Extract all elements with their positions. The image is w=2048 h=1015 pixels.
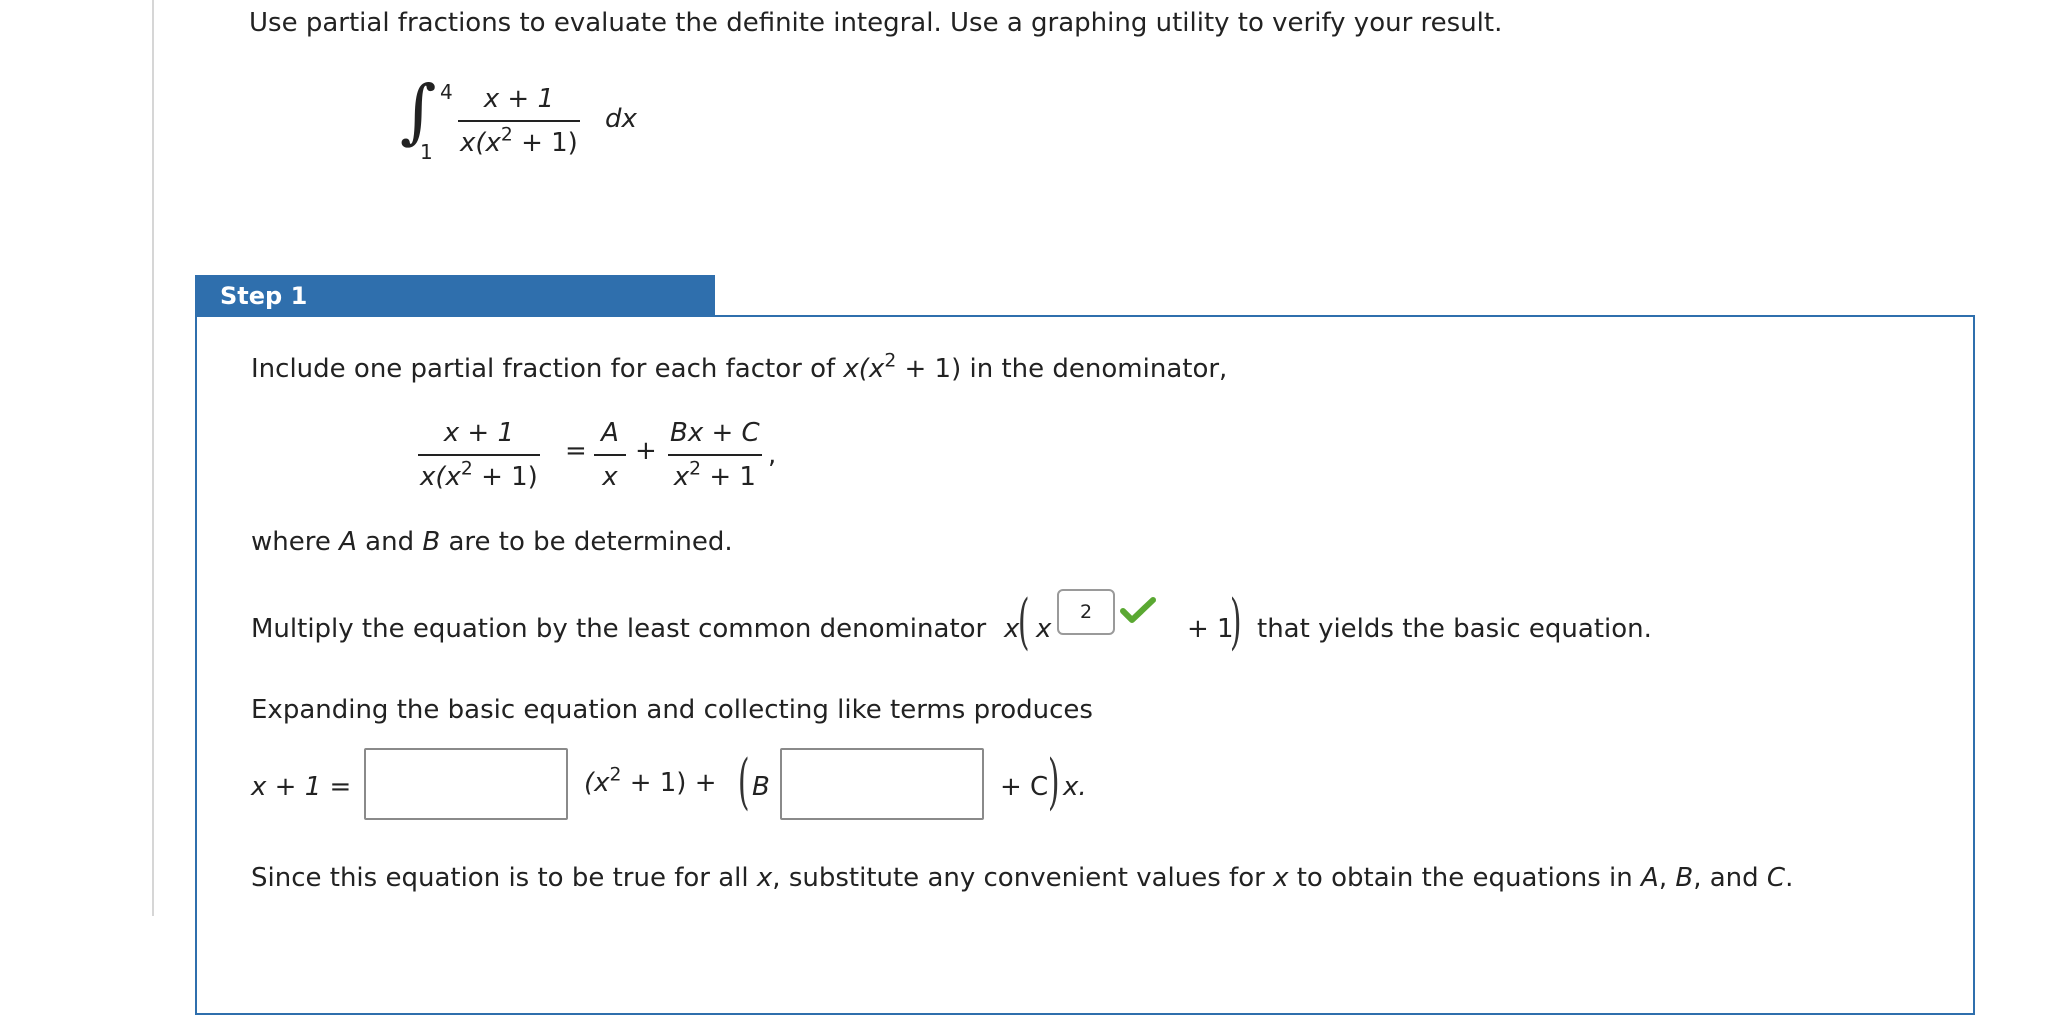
integral-upper-limit: 4 xyxy=(440,80,453,104)
where-text: where A and B are to be determined. xyxy=(251,527,733,557)
since-end: . xyxy=(1785,863,1794,893)
where-part3: are to be determined. xyxy=(440,527,733,557)
partial-fraction-intro: Include one partial fraction for each fa… xyxy=(251,350,1228,384)
where-a: A xyxy=(339,527,357,557)
den-exponent: 2 xyxy=(500,124,513,146)
step-header: Step 1 xyxy=(195,275,715,317)
b-fraction: Bx + C x2 + 1 xyxy=(668,418,762,492)
coefficient-a-input[interactable] xyxy=(364,748,568,820)
since-part3: to obtain the equations in xyxy=(1288,863,1642,893)
basic-eq-b: B xyxy=(752,772,770,802)
integral-numerator: x + 1 xyxy=(483,84,555,114)
check-icon xyxy=(1120,596,1156,631)
right-paren-icon: ) xyxy=(1229,587,1242,657)
intro-text: Include one partial fraction for each fa… xyxy=(251,354,844,384)
exponent-answer-input[interactable]: 2 xyxy=(1057,589,1115,635)
lhs-den-suffix: + 1) xyxy=(472,462,538,492)
lhs-denominator: x(x2 + 1) xyxy=(418,456,540,492)
integral-fraction: x + 1 x(x2 + 1) xyxy=(458,84,580,158)
b-den-prefix: x xyxy=(673,462,690,492)
where-part2: and xyxy=(356,527,423,557)
lhs-den-exponent: 2 xyxy=(460,458,473,480)
den-suffix: + 1) xyxy=(512,128,578,158)
step-label: Step 1 xyxy=(220,282,308,310)
since-a: A xyxy=(1641,863,1659,893)
since-sep1: , xyxy=(1658,863,1676,893)
since-x2: x xyxy=(1273,863,1289,893)
plus-c-text: + C xyxy=(1000,772,1049,802)
integral-denominator: x(x2 + 1) xyxy=(458,122,580,158)
question-instruction: Use partial fractions to evaluate the de… xyxy=(249,8,1503,38)
middle-exponent: 2 xyxy=(609,764,622,786)
middle-prefix: (x xyxy=(584,768,610,798)
lcd-plus-one: + 1 xyxy=(1187,614,1234,644)
left-paren-icon: ( xyxy=(1017,587,1030,657)
factor-prefix: x(x xyxy=(843,354,885,384)
middle-suffix: + 1) + xyxy=(621,768,717,798)
since-part1: Since this equation is to be true for al… xyxy=(251,863,757,893)
lhs-fraction: x + 1 x(x2 + 1) xyxy=(418,418,540,492)
a-denominator: x xyxy=(602,462,618,492)
integral-lower-limit: 1 xyxy=(420,140,433,164)
since-sep2: , and xyxy=(1693,863,1767,893)
since-c: C xyxy=(1766,863,1786,893)
factor-exponent: 2 xyxy=(884,350,897,372)
lcd-inner-x: x xyxy=(1036,614,1052,644)
basic-eq-plus-c: + C xyxy=(1000,772,1048,802)
left-border-rule xyxy=(152,0,154,916)
integral-dx: dx xyxy=(605,104,637,134)
equals-sign: = xyxy=(565,436,587,466)
expanding-text: Expanding the basic equation and collect… xyxy=(251,695,1093,725)
since-part2: , substitute any convenient values for xyxy=(772,863,1274,893)
a-fraction: A x xyxy=(594,418,626,492)
lhs-den-prefix: x(x xyxy=(420,462,461,492)
plus-sign: + xyxy=(635,436,657,466)
factor-suffix: + 1) in the denominator, xyxy=(896,354,1228,384)
lcd-text: Multiply the equation by the least commo… xyxy=(251,614,987,644)
lcd-after-text: that yields the basic equation. xyxy=(1257,614,1652,644)
a-numerator: A xyxy=(601,418,619,448)
lhs-numerator: x + 1 xyxy=(443,418,515,448)
where-b: B xyxy=(422,527,441,557)
integral-sign-icon: ∫ xyxy=(400,70,437,152)
right-paren-icon: ) xyxy=(1047,747,1060,817)
b-numerator: Bx + C xyxy=(670,418,760,448)
coefficient-b-input[interactable] xyxy=(780,748,984,820)
since-text: Since this equation is to be true for al… xyxy=(251,863,1793,893)
basic-eq-tail: x. xyxy=(1063,772,1087,802)
basic-eq-lhs: x + 1 = xyxy=(251,772,351,802)
exponent-answer-value: 2 xyxy=(1079,601,1093,623)
den-prefix: x(x xyxy=(460,128,501,158)
left-paren-icon: ( xyxy=(737,747,750,817)
b-den-suffix: + 1 xyxy=(701,462,756,492)
since-x1: x xyxy=(756,863,773,893)
b-denominator: x2 + 1 xyxy=(672,456,758,492)
where-part1: where xyxy=(251,527,340,557)
since-b: B xyxy=(1675,863,1694,893)
b-den-exponent: 2 xyxy=(689,458,702,480)
basic-eq-middle: (x2 + 1) + xyxy=(584,764,717,798)
basic-eq-lhs-text: x + 1 = xyxy=(251,772,352,802)
trailing-comma: , xyxy=(768,440,777,470)
